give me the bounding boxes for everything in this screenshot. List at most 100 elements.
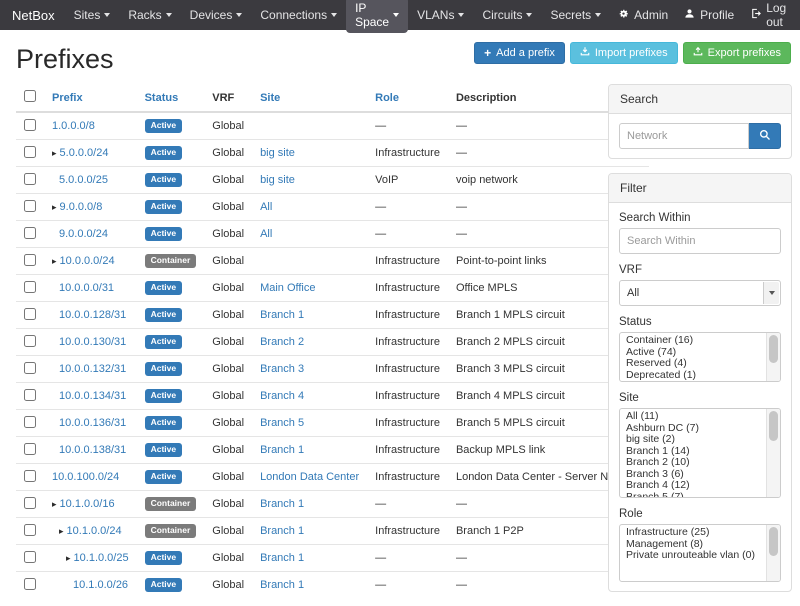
status-option[interactable]: Deprecated (1)	[624, 370, 762, 382]
sidebar-search-input[interactable]	[619, 123, 749, 149]
site-link[interactable]: Branch 1	[260, 444, 304, 456]
site-link[interactable]: Branch 4	[260, 390, 304, 402]
prefix-link[interactable]: 5.0.0.0/24	[60, 147, 109, 159]
site-link[interactable]: Branch 5	[260, 417, 304, 429]
scrollbar[interactable]	[766, 333, 780, 381]
site-link[interactable]: big site	[260, 174, 295, 186]
site-option[interactable]: Branch 5 (7)	[624, 492, 762, 499]
row-select-checkbox[interactable]	[24, 200, 36, 212]
row-select-checkbox[interactable]	[24, 227, 36, 239]
site-link[interactable]: Main Office	[260, 282, 315, 294]
row-select-checkbox[interactable]	[24, 443, 36, 455]
search-icon	[759, 129, 771, 144]
prefix-link[interactable]: 9.0.0.0/8	[60, 201, 103, 213]
site-link[interactable]: All	[260, 201, 272, 213]
column-header-role[interactable]: Role	[375, 92, 399, 104]
site-filter-listbox[interactable]: All (11) Ashburn DC (7) big site (2) Bra…	[619, 408, 781, 498]
prefix-link[interactable]: 1.0.0.0/8	[52, 120, 95, 132]
prefix-link[interactable]: 10.0.0.128/31	[59, 309, 126, 321]
prefix-link[interactable]: 10.1.0.0/24	[67, 525, 122, 537]
status-option[interactable]: Container (16)	[624, 335, 762, 347]
prefix-link[interactable]: 10.0.0.0/24	[60, 255, 115, 267]
site-link[interactable]: All	[260, 228, 272, 240]
site-link[interactable]: Branch 1	[260, 498, 304, 510]
role-filter-listbox[interactable]: Infrastructure (25) Management (8) Priva…	[619, 524, 781, 582]
status-option[interactable]: Reserved (4)	[624, 358, 762, 370]
column-header-prefix[interactable]: Prefix	[52, 92, 83, 104]
logout-link[interactable]: Log out	[742, 0, 794, 33]
row-select-checkbox[interactable]	[24, 497, 36, 509]
row-select-checkbox[interactable]	[24, 254, 36, 266]
site-option[interactable]: big site (2)	[624, 434, 762, 446]
row-select-checkbox[interactable]	[24, 146, 36, 158]
row-select-checkbox[interactable]	[24, 416, 36, 428]
prefix-link[interactable]: 10.0.0.136/31	[59, 417, 126, 429]
scrollbar[interactable]	[766, 409, 780, 497]
prefix-link[interactable]: 10.1.0.0/26	[73, 579, 128, 591]
site-link[interactable]: London Data Center	[260, 471, 359, 483]
row-select-checkbox[interactable]	[24, 119, 36, 131]
site-link[interactable]: Branch 2	[260, 336, 304, 348]
role-option[interactable]: Infrastructure (25)	[624, 527, 762, 539]
import-prefixes-button[interactable]: Import prefixes	[570, 42, 678, 64]
select-all-checkbox[interactable]	[24, 90, 36, 102]
prefix-link[interactable]: 10.0.0.134/31	[59, 390, 126, 402]
prefix-link[interactable]: 10.1.0.0/16	[60, 498, 115, 510]
row-select-checkbox[interactable]	[24, 173, 36, 185]
nav-item-secrets[interactable]: Secrets	[541, 4, 610, 26]
add-prefix-button[interactable]: + Add a prefix	[474, 42, 565, 64]
nav-item-racks[interactable]: Racks	[119, 4, 180, 26]
nav-item-sites[interactable]: Sites	[65, 4, 120, 26]
site-link[interactable]: Branch 1	[260, 552, 304, 564]
site-option[interactable]: Branch 2 (10)	[624, 457, 762, 469]
site-link[interactable]: Branch 1	[260, 525, 304, 537]
export-prefixes-button[interactable]: Export prefixes	[683, 42, 791, 64]
row-select-checkbox[interactable]	[24, 551, 36, 563]
site-link[interactable]: Branch 3	[260, 363, 304, 375]
nav-item-ip-space[interactable]: IP Space	[346, 0, 408, 33]
site-option[interactable]: Branch 4 (12)	[624, 480, 762, 492]
row-select-checkbox[interactable]	[24, 470, 36, 482]
prefix-link[interactable]: 10.1.0.0/25	[74, 552, 129, 564]
prefix-link[interactable]: 9.0.0.0/24	[59, 228, 108, 240]
site-link[interactable]: Branch 1	[260, 579, 304, 591]
site-option[interactable]: All (11)	[624, 411, 762, 423]
site-link[interactable]: big site	[260, 147, 295, 159]
prefix-link[interactable]: 10.0.100.0/24	[52, 471, 119, 483]
sidebar-search-button[interactable]	[749, 123, 781, 149]
prefix-link[interactable]: 10.0.0.132/31	[59, 363, 126, 375]
search-within-input[interactable]	[619, 228, 781, 254]
row-select-checkbox[interactable]	[24, 335, 36, 347]
scrollbar-thumb[interactable]	[769, 527, 778, 556]
nav-item-devices[interactable]: Devices	[181, 4, 252, 26]
profile-label: Profile	[700, 8, 734, 22]
nav-item-circuits[interactable]: Circuits	[473, 4, 541, 26]
row-select-checkbox[interactable]	[24, 578, 36, 590]
column-header-site[interactable]: Site	[260, 92, 280, 104]
column-header-status[interactable]: Status	[145, 92, 179, 104]
vrf-select[interactable]: All	[619, 280, 781, 306]
prefix-link[interactable]: 10.0.0.0/31	[59, 282, 114, 294]
prefix-link[interactable]: 10.0.0.138/31	[59, 444, 126, 456]
role-option[interactable]: Management (8)	[624, 539, 762, 551]
scrollbar-thumb[interactable]	[769, 335, 778, 363]
nav-item-connections[interactable]: Connections	[251, 4, 346, 26]
row-select-checkbox[interactable]	[24, 524, 36, 536]
brand-logo[interactable]: NetBox	[8, 8, 65, 23]
role-cell: Infrastructure	[367, 464, 448, 491]
row-select-checkbox[interactable]	[24, 362, 36, 374]
role-option[interactable]: Private unrouteable vlan (0)	[624, 550, 762, 562]
prefix-link[interactable]: 10.0.0.130/31	[59, 336, 126, 348]
row-select-checkbox[interactable]	[24, 389, 36, 401]
site-link[interactable]: Branch 1	[260, 309, 304, 321]
row-select-checkbox[interactable]	[24, 308, 36, 320]
status-filter-listbox[interactable]: Container (16) Active (74) Reserved (4) …	[619, 332, 781, 382]
scrollbar-thumb[interactable]	[769, 411, 778, 441]
prefix-link[interactable]: 5.0.0.0/25	[59, 174, 108, 186]
profile-link[interactable]: Profile	[676, 4, 742, 26]
admin-link[interactable]: Admin	[610, 4, 676, 26]
row-select-checkbox[interactable]	[24, 281, 36, 293]
nav-item-vlans[interactable]: VLANs	[408, 4, 473, 26]
scrollbar[interactable]	[766, 525, 780, 581]
status-badge: Active	[145, 551, 183, 565]
